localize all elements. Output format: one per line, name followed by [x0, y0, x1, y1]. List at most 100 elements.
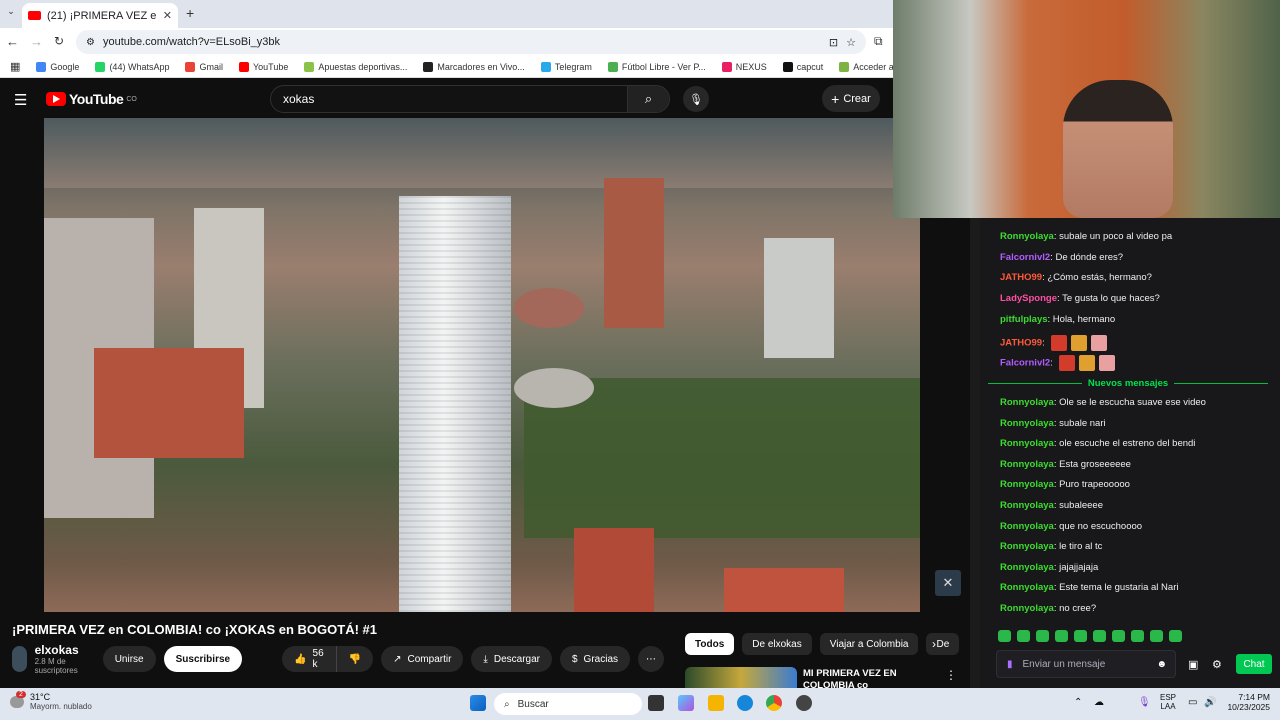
copilot-icon[interactable]: [678, 695, 694, 711]
join-button[interactable]: Unirse: [102, 646, 156, 672]
back-icon[interactable]: ←: [6, 34, 19, 49]
channel-name[interactable]: elxokas: [35, 643, 91, 657]
download-button[interactable]: ⤓ Descargar: [471, 646, 552, 672]
bookmark-star-icon[interactable]: ☆: [846, 36, 856, 49]
emote-icon: [1059, 355, 1076, 372]
chat-input-placeholder: Enviar un mensaje: [1022, 658, 1106, 670]
language-indicator[interactable]: ESP LAA: [1160, 693, 1176, 711]
chip-item[interactable]: Viajar a Colombia: [819, 633, 919, 655]
windows-taskbar: 2 31°C Mayorm. nublado ⌕ Buscar ⌃ ☁ 🎙 ESP L…: [0, 688, 1280, 720]
recommended-title[interactable]: MI PRIMERA VEZ EN COLOMBIA co: [803, 668, 897, 688]
bookmark-item[interactable]: (44) WhatsApp: [89, 61, 175, 72]
reload-icon[interactable]: ↻: [54, 34, 64, 48]
chip-item[interactable]: Todos: [685, 633, 735, 655]
clock[interactable]: 7:14 PM 10/23/2025: [1222, 692, 1270, 712]
search-input[interactable]: xokas: [271, 92, 627, 106]
channel-watermark-icon[interactable]: ✕: [935, 570, 961, 596]
tray-mic-icon[interactable]: 🎙: [1138, 697, 1151, 708]
bookmark-favicon-icon: [36, 61, 47, 72]
weather-widget[interactable]: 2 31°C Mayorm. nublado: [10, 690, 92, 711]
tray-cloud-icon[interactable]: ☁: [1094, 697, 1104, 708]
tower-building: [399, 196, 511, 612]
chat-message: Falcornivl2:: [1000, 355, 1116, 372]
bookmark-item[interactable]: YouTube: [233, 61, 294, 72]
taskbar-search[interactable]: ⌕ Buscar: [494, 693, 642, 715]
recommended-thumbnail[interactable]: [685, 667, 797, 688]
create-button[interactable]: + Crear: [822, 85, 880, 112]
emote-picker-icon[interactable]: ☻: [1156, 659, 1167, 670]
settings-gear-icon[interactable]: ⚙: [1212, 658, 1222, 671]
emote-icon: [1051, 334, 1068, 351]
chat-input[interactable]: ▮ Enviar un mensaje ☻: [996, 650, 1176, 678]
store-icon[interactable]: ▣: [1188, 658, 1198, 671]
youtube-favicon-icon: [28, 11, 41, 20]
thanks-button[interactable]: $ Gracias: [559, 646, 630, 672]
edge-icon[interactable]: [737, 695, 753, 711]
emote-row[interactable]: [998, 630, 1182, 642]
network-icon[interactable]: ▭: [1188, 697, 1197, 708]
chat-message: Ronnyolaya: Ole se le escucha suave ese …: [1000, 397, 1206, 408]
bookmark-item[interactable]: Gmail: [179, 61, 229, 72]
bookmark-item[interactable]: Marcadores en Vivo...: [417, 61, 530, 72]
channel-avatar[interactable]: [12, 646, 27, 672]
chip-item[interactable]: De elxokas: [742, 633, 812, 655]
recommended-menu-icon[interactable]: ⋮: [945, 668, 957, 682]
install-icon[interactable]: ⊡: [829, 36, 838, 49]
more-actions-icon[interactable]: ⋯: [638, 646, 664, 672]
search-icon: ⌕: [644, 91, 653, 106]
page-scrollbar[interactable]: [970, 218, 980, 688]
menu-icon[interactable]: ☰: [14, 91, 27, 109]
search-button[interactable]: ⌕: [627, 86, 669, 112]
youtube-logo-text: YouTube: [69, 91, 124, 107]
omnibox[interactable]: ⚙ youtube.com/watch?v=ELsoBi_y3bk ⊡ ☆: [76, 30, 866, 54]
subscribe-button[interactable]: Suscribirse: [163, 646, 243, 672]
chips-next-icon[interactable]: ›: [932, 637, 936, 651]
bookmark-item[interactable]: NEXUS: [716, 61, 773, 72]
emote-icon: [1091, 334, 1108, 351]
chat-message: Ronnyolaya: subale nari: [1000, 417, 1106, 429]
subscriber-count: 2.8 M de suscriptores: [34, 657, 78, 675]
dislike-icon: 👎: [348, 653, 362, 665]
dislike-button[interactable]: 👎: [335, 646, 374, 672]
tab-search-icon[interactable]: ⌄: [4, 6, 18, 20]
weather-icon: 2: [10, 690, 26, 708]
bookmark-item[interactable]: Apuestas deportivas...: [298, 61, 413, 72]
share-icon: ↗: [393, 653, 402, 665]
chat-message: Ronnyolaya: Este tema le gustaria al Nar…: [1000, 582, 1179, 594]
chat-message: Ronnyolaya: Puro trapeooooo: [1000, 479, 1130, 491]
video-actions-row: elxokas 2.8 M de suscriptores Unirse Sus…: [12, 643, 672, 675]
bookmark-item[interactable]: Google: [30, 61, 85, 72]
voice-search-icon[interactable]: 🎙: [683, 86, 709, 112]
like-button[interactable]: 👍 56 k: [282, 646, 336, 672]
tray-chevron-icon[interactable]: ⌃: [1074, 697, 1082, 708]
close-tab-icon[interactable]: ✕: [163, 9, 172, 22]
bookmark-favicon-icon: [238, 61, 249, 72]
new-tab-icon[interactable]: +: [186, 5, 194, 21]
bits-icon[interactable]: ▮: [1007, 659, 1013, 670]
chat-send-button[interactable]: Chat: [1236, 654, 1272, 674]
bookmark-favicon-icon: [839, 61, 850, 72]
chrome-icon[interactable]: [766, 695, 782, 711]
task-view-icon[interactable]: [648, 695, 664, 711]
file-explorer-icon[interactable]: [708, 695, 724, 711]
share-button[interactable]: ↗ Compartir: [381, 646, 464, 672]
browser-tab[interactable]: (21) ¡PRIMERA VEZ en COLOMBIA ✕: [22, 3, 178, 28]
youtube-logo[interactable]: YouTube CO: [46, 91, 137, 107]
bookmark-item[interactable]: Fútbol Libre - Ver P...: [602, 61, 712, 72]
extensions-icon[interactable]: ⧉: [874, 34, 883, 49]
new-messages-divider: Nuevos mensajes: [988, 376, 1268, 390]
bookmark-item[interactable]: capcut: [777, 61, 830, 72]
chat-message: Ronnyolaya: subale un poco al video pa: [1000, 231, 1173, 242]
chat-message: LadySponge: Te gusta lo que haces?: [1000, 293, 1160, 305]
video-player[interactable]: [44, 118, 920, 612]
search-box[interactable]: xokas ⌕: [270, 85, 670, 113]
browser-tab-strip: ⌄ (21) ¡PRIMERA VEZ en COLOMBIA ✕ +: [0, 0, 893, 28]
media-app-icon[interactable]: [796, 695, 812, 711]
volume-icon[interactable]: 🔊: [1204, 697, 1216, 708]
bookmark-favicon-icon: [304, 61, 315, 72]
apps-grid-icon[interactable]: ▦: [4, 60, 26, 73]
start-menu-icon[interactable]: [470, 695, 486, 711]
forward-icon[interactable]: →: [30, 34, 43, 49]
site-info-icon[interactable]: ⚙: [86, 37, 95, 48]
bookmark-item[interactable]: Telegram: [535, 61, 598, 72]
